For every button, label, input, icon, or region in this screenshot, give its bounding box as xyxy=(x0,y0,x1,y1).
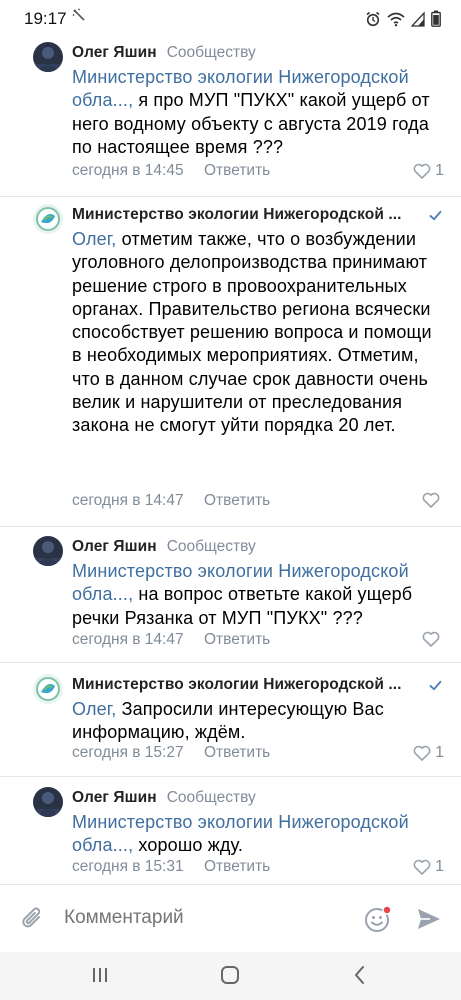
send-icon[interactable] xyxy=(416,907,442,936)
system-nav-bar xyxy=(0,952,461,1000)
comment-header: Олег Яшин Сообществу xyxy=(72,787,444,809)
heart-icon xyxy=(413,163,431,179)
status-bar: 19:17 xyxy=(0,0,461,36)
reply-button[interactable]: Ответить xyxy=(204,162,270,180)
comment-context: Сообществу xyxy=(166,789,256,806)
mention-link[interactable]: Олег, xyxy=(72,699,116,719)
avatar[interactable] xyxy=(33,204,63,234)
comments-feed[interactable]: Олег Яшин Сообществу Министерство эколог… xyxy=(0,36,461,884)
comment-footer: сегодня в 14:47 Ответить xyxy=(72,490,444,512)
divider xyxy=(0,526,461,527)
divider xyxy=(0,196,461,197)
comment-text-part: на вопрос ответьте какой ущерб xyxy=(133,584,413,605)
comment-text: Олег, отметим также, что о возбуждении у… xyxy=(72,228,444,438)
comment-text-part: Запросили интересующую Вас xyxy=(116,699,384,719)
like-count: 1 xyxy=(435,744,444,761)
comment-composer xyxy=(0,884,461,952)
paperclip-icon[interactable] xyxy=(20,905,46,938)
comment-context: Сообществу xyxy=(166,44,256,61)
verified-icon xyxy=(429,678,442,696)
avatar[interactable] xyxy=(33,674,63,704)
comment-text: Олег, Запросили интересующую Вас информа… xyxy=(72,698,444,745)
comment-footer: сегодня в 14:45 Ответить 1 xyxy=(72,160,444,182)
status-time: 19:17 xyxy=(24,9,67,28)
author-name[interactable]: Олег Яшин xyxy=(72,538,157,556)
author-name[interactable]: Олег Яшин xyxy=(72,44,157,62)
comment-time[interactable]: сегодня в 14:47 xyxy=(72,492,184,510)
comment-footer: сегодня в 15:27 Ответить 1 xyxy=(72,742,444,764)
comment-text-part: информацию, ждём. xyxy=(72,722,246,743)
author-name[interactable]: Министерство экологии Нижегородской ... xyxy=(72,676,402,694)
back-icon[interactable] xyxy=(350,964,370,991)
comment-text-part: уголовного делопроизводства принимают ре… xyxy=(72,252,432,436)
smile-icon[interactable] xyxy=(364,905,392,938)
wifi-icon xyxy=(387,11,405,27)
comment-text: Министерство экологии Нижегородской обла… xyxy=(72,811,444,858)
battery-icon xyxy=(431,10,441,27)
heart-icon xyxy=(413,745,431,761)
comment-text-part: я про МУП "ПУКХ" какой ущерб от xyxy=(133,90,430,111)
comment-input[interactable] xyxy=(64,907,344,929)
comment-time[interactable]: сегодня в 15:31 xyxy=(72,858,184,876)
comment-footer: сегодня в 14:47 Ответить xyxy=(72,629,444,651)
heart-icon xyxy=(413,859,431,875)
comment-time[interactable]: сегодня в 14:45 xyxy=(72,162,184,180)
comment-text-part: него водному объекту с августа 2019 года… xyxy=(72,113,429,157)
alarm-icon xyxy=(365,11,381,27)
home-icon[interactable] xyxy=(219,964,241,991)
reply-button[interactable]: Ответить xyxy=(204,492,270,510)
comment-header: Олег Яшин Сообществу xyxy=(72,42,444,64)
comment-text-part: отметим также, что о возбуждении xyxy=(116,229,417,249)
divider xyxy=(0,662,461,663)
like-button[interactable]: 1 xyxy=(413,858,444,876)
comment-text: Министерство экологии Нижегородской обла… xyxy=(72,560,444,630)
divider xyxy=(0,776,461,777)
like-count: 1 xyxy=(435,858,444,875)
recent-apps-icon[interactable] xyxy=(90,964,110,991)
avatar[interactable] xyxy=(33,536,63,566)
comment-header: Министерство экологии Нижегородской ... xyxy=(72,674,444,696)
author-name[interactable]: Министерство экологии Нижегородской ... xyxy=(72,206,402,224)
heart-icon xyxy=(422,492,440,508)
author-name[interactable]: Олег Яшин xyxy=(72,789,157,807)
like-count: 1 xyxy=(435,162,444,179)
comment-footer: сегодня в 15:31 Ответить 1 xyxy=(72,856,444,878)
comment-context: Сообществу xyxy=(166,538,256,555)
heart-icon xyxy=(422,631,440,647)
reply-button[interactable]: Ответить xyxy=(204,631,270,649)
like-button[interactable]: 1 xyxy=(413,744,444,762)
mention-link[interactable]: Олег, xyxy=(72,229,116,249)
like-button[interactable] xyxy=(422,631,444,647)
comment-time[interactable]: сегодня в 14:47 xyxy=(72,631,184,649)
verified-icon xyxy=(429,208,442,226)
comment-time[interactable]: сегодня в 15:27 xyxy=(72,744,184,762)
comment-text-part: речки Рязанка от МУП "ПУКХ" ??? xyxy=(72,607,363,628)
reply-button[interactable]: Ответить xyxy=(204,858,270,876)
signal-icon xyxy=(411,10,425,27)
like-button[interactable]: 1 xyxy=(413,162,444,180)
activity-icon xyxy=(72,8,88,25)
avatar[interactable] xyxy=(33,42,63,72)
reply-button[interactable]: Ответить xyxy=(204,744,270,762)
comment-header: Олег Яшин Сообществу xyxy=(72,536,444,558)
avatar[interactable] xyxy=(33,787,63,817)
like-button[interactable] xyxy=(422,492,444,508)
comment-text-part: хорошо жду. xyxy=(133,835,244,856)
comment-header: Министерство экологии Нижегородской ... xyxy=(72,204,444,226)
comment-text: Министерство экологии Нижегородской обла… xyxy=(72,66,444,159)
